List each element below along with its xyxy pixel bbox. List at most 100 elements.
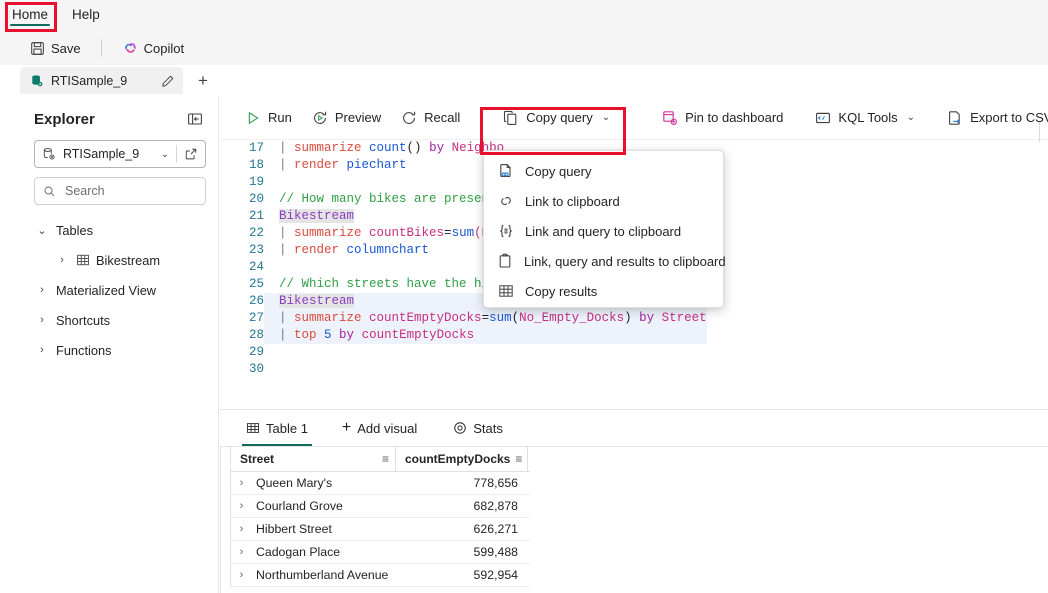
preview-button[interactable]: Preview bbox=[303, 103, 390, 133]
code-line-text[interactable] bbox=[264, 361, 707, 374]
code-token: columnchart bbox=[346, 243, 430, 257]
chevron-down-icon[interactable]: ⌄ bbox=[154, 149, 176, 160]
column-menu-icon[interactable]: ≡ bbox=[374, 452, 389, 466]
code-token: = bbox=[481, 311, 490, 325]
save-button[interactable]: Save bbox=[22, 35, 89, 61]
pin-to-dashboard-label: Pin to dashboard bbox=[685, 110, 784, 125]
column-header-street[interactable]: Street ≡ bbox=[230, 446, 395, 472]
code-line-number: 21 bbox=[248, 209, 264, 223]
tab-table-1[interactable]: Table 1 bbox=[236, 410, 318, 446]
row-expand-icon[interactable]: › bbox=[230, 494, 252, 518]
menu-item-copy-query[interactable]: Copy query bbox=[484, 156, 723, 186]
pin-to-dashboard-button[interactable]: Pin to dashboard bbox=[653, 103, 792, 133]
menu-item-link-query-results-to-clipboard[interactable]: Link, query and results to clipboard bbox=[484, 246, 726, 276]
table-row[interactable]: › Hibbert Street 626,271 bbox=[230, 517, 530, 541]
table-grid-icon bbox=[246, 421, 260, 435]
menu-item-link-to-clipboard[interactable]: Link to clipboard bbox=[484, 186, 723, 216]
code-token: count bbox=[369, 141, 407, 155]
row-expand-icon[interactable]: › bbox=[230, 517, 252, 541]
database-icon bbox=[30, 74, 44, 88]
pencil-icon[interactable] bbox=[161, 74, 175, 88]
ribbon-tab-home[interactable]: Home bbox=[0, 0, 60, 31]
tab-stats[interactable]: Stats bbox=[443, 410, 513, 446]
row-expand-icon[interactable]: › bbox=[230, 471, 252, 495]
chevron-down-icon[interactable]: ⌄ bbox=[907, 112, 915, 123]
ribbon-tab-help[interactable]: Help bbox=[60, 0, 112, 31]
code-line-text[interactable]: | summarize countEmptyDocks=sum(No_Empty… bbox=[264, 310, 707, 327]
run-button[interactable]: Run bbox=[236, 103, 301, 133]
chevron-down-icon[interactable]: ⌄ bbox=[34, 224, 50, 237]
row-expand-icon[interactable]: › bbox=[230, 563, 252, 587]
code-token: ) bbox=[624, 311, 640, 325]
explorer-panel: Explorer RTISample_9 ⌄ Search ⌄ Tables ›… bbox=[20, 96, 228, 593]
menu-item-copy-results[interactable]: Copy results bbox=[484, 276, 723, 306]
cell-street: Cadogan Place bbox=[256, 545, 341, 559]
column-menu-icon[interactable]: ≡ bbox=[510, 452, 522, 466]
code-token: piechart bbox=[346, 158, 407, 172]
save-icon bbox=[30, 41, 45, 56]
code-line-text[interactable] bbox=[264, 344, 707, 361]
code-line-number: 27 bbox=[248, 311, 264, 325]
copy-query-button[interactable]: Copy query ⌄ bbox=[489, 103, 619, 133]
code-token: render bbox=[294, 243, 347, 257]
cell-countemptydocks: 592,954 bbox=[473, 568, 518, 582]
table-icon bbox=[76, 253, 90, 267]
export-to-csv-button[interactable]: Export to CSV bbox=[938, 103, 1048, 133]
row-expand-icon[interactable]: › bbox=[230, 540, 252, 564]
code-token: sum bbox=[451, 226, 475, 240]
chevron-right-icon[interactable]: › bbox=[34, 284, 50, 296]
code-token: Bikestream bbox=[279, 209, 355, 223]
collapse-panel-icon[interactable] bbox=[184, 108, 206, 130]
tree-item-shortcuts[interactable]: › Shortcuts bbox=[34, 305, 206, 335]
code-token: | bbox=[264, 158, 295, 172]
menu-item-link-and-query-to-clipboard-label: Link and query to clipboard bbox=[525, 223, 682, 239]
table-row[interactable]: › Queen Mary's 778,656 bbox=[230, 471, 530, 495]
tree-item-shortcuts-label: Shortcuts bbox=[56, 312, 111, 328]
code-line-text[interactable]: | top 5 by countEmptyDocks bbox=[264, 327, 707, 344]
copy-query-label: Copy query bbox=[526, 110, 593, 125]
preview-label: Preview bbox=[334, 110, 382, 125]
copilot-button[interactable]: Copilot bbox=[114, 35, 192, 61]
explorer-header: Explorer bbox=[34, 106, 206, 132]
code-token: by bbox=[639, 311, 662, 325]
tree-item-materialized-view[interactable]: › Materialized View bbox=[34, 275, 206, 305]
code-token: // Which streets have the high bbox=[264, 277, 505, 291]
cell-street: Courland Grove bbox=[256, 499, 343, 513]
tree-item-tables[interactable]: ⌄ Tables bbox=[34, 215, 206, 245]
pin-to-dashboard-icon bbox=[662, 110, 678, 126]
run-label: Run bbox=[268, 110, 292, 125]
copy-query-dropdown-menu: Copy query Link to clipboard Link and qu… bbox=[483, 150, 726, 308]
menu-item-link-and-query-to-clipboard[interactable]: Link and query to clipboard bbox=[484, 216, 723, 246]
copilot-icon bbox=[122, 40, 138, 56]
tab-stats-label: Stats bbox=[473, 420, 503, 436]
search-input[interactable] bbox=[63, 183, 228, 199]
table-row[interactable]: › Cadogan Place 599,488 bbox=[230, 540, 530, 564]
chevron-down-icon[interactable]: ⌄ bbox=[602, 112, 610, 123]
query-tab-rtisample9[interactable]: RTISample_9 bbox=[20, 67, 183, 94]
tree-item-functions[interactable]: › Functions bbox=[34, 335, 206, 365]
table-row[interactable]: › Northumberland Avenue 592,954 bbox=[230, 563, 530, 587]
code-token: countEmptyDocks bbox=[361, 328, 475, 342]
tree-item-bikestream[interactable]: › Bikestream bbox=[34, 245, 206, 275]
chevron-right-icon[interactable]: › bbox=[34, 344, 50, 356]
code-token: summarize bbox=[294, 141, 370, 155]
tab-add-visual[interactable]: + Add visual bbox=[332, 410, 427, 446]
code-line-number: 23 bbox=[248, 243, 264, 257]
code-token: () bbox=[406, 141, 430, 155]
chevron-right-icon[interactable]: › bbox=[54, 254, 70, 266]
chevron-right-icon[interactable]: › bbox=[34, 314, 50, 326]
code-line: 30 bbox=[220, 361, 707, 374]
code-line: 28 | top 5 by countEmptyDocks bbox=[220, 327, 707, 344]
table-row[interactable]: › Courland Grove 682,878 bbox=[230, 494, 530, 518]
ribbon-tab-strip: Home Help bbox=[0, 0, 1048, 31]
open-in-new-icon[interactable] bbox=[177, 147, 205, 161]
database-selector[interactable]: RTISample_9 ⌄ bbox=[34, 140, 206, 168]
kql-tools-button[interactable]: KQL Tools ⌄ bbox=[806, 103, 924, 133]
recall-button[interactable]: Recall bbox=[392, 103, 469, 133]
column-header-countemptydocks[interactable]: countEmptyDocks ≡ bbox=[395, 446, 527, 472]
explorer-search-box[interactable] bbox=[34, 177, 228, 205]
add-query-tab-button[interactable]: + bbox=[191, 69, 215, 93]
cell-countemptydocks: 682,878 bbox=[473, 499, 518, 513]
